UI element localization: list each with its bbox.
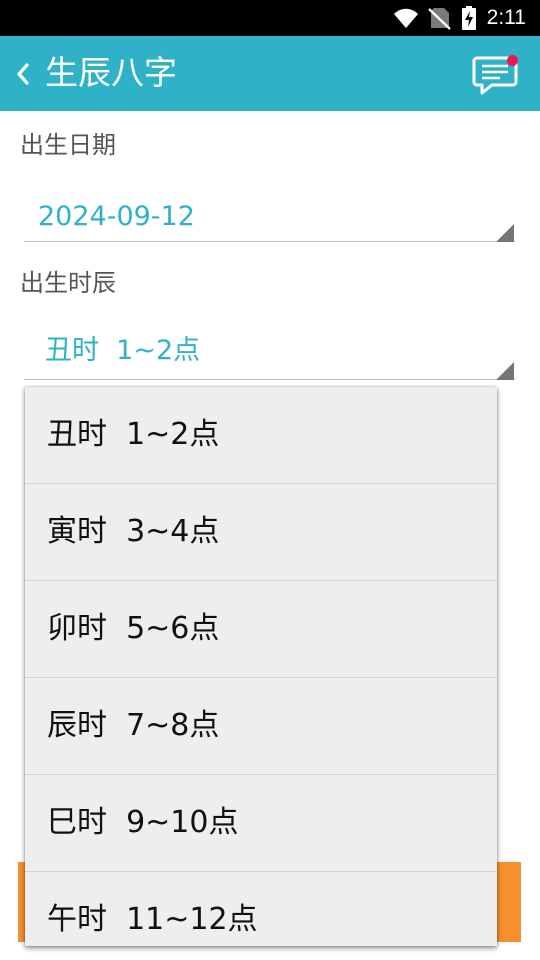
dropdown-option[interactable]: 卯时 5~6点 (25, 581, 497, 678)
status-icons: 2:11 (393, 0, 526, 36)
app-bar: 生辰八字 (0, 36, 540, 111)
dropdown-option[interactable]: 午时 11~12点 (25, 872, 497, 946)
birth-date-spinner[interactable]: 2024-09-12 (38, 200, 195, 234)
battery-charging-icon (461, 6, 476, 30)
chevron-left-icon[interactable] (12, 60, 32, 88)
no-sim-icon (427, 8, 451, 30)
dropdown-option[interactable]: 辰时 7~8点 (25, 678, 497, 775)
dropdown-option[interactable]: 巳时 9~10点 (25, 775, 497, 872)
birth-hour-spinner[interactable]: 丑时 1~2点 (45, 334, 200, 368)
dropdown-option[interactable]: 丑时 1~2点 (25, 387, 497, 484)
message-button[interactable] (470, 52, 520, 96)
birth-date-label: 出生日期 (20, 131, 116, 159)
status-time: 2:11 (486, 6, 526, 29)
birth-hour-label: 出生时辰 (20, 269, 116, 297)
birth-date-underline (24, 241, 515, 242)
page-title: 生辰八字 (45, 53, 177, 92)
birth-hour-dropdown: 丑时 1~2点 寅时 3~4点 卯时 5~6点 辰时 7~8点 巳时 9~10点… (25, 387, 497, 946)
spinner-arrow-icon (496, 362, 514, 380)
wifi-icon (393, 8, 418, 28)
spinner-arrow-icon (496, 224, 514, 242)
dropdown-option[interactable]: 寅时 3~4点 (25, 484, 497, 581)
notification-badge (507, 55, 518, 66)
birth-hour-underline (24, 379, 515, 380)
status-bar: 2:11 (0, 0, 540, 36)
